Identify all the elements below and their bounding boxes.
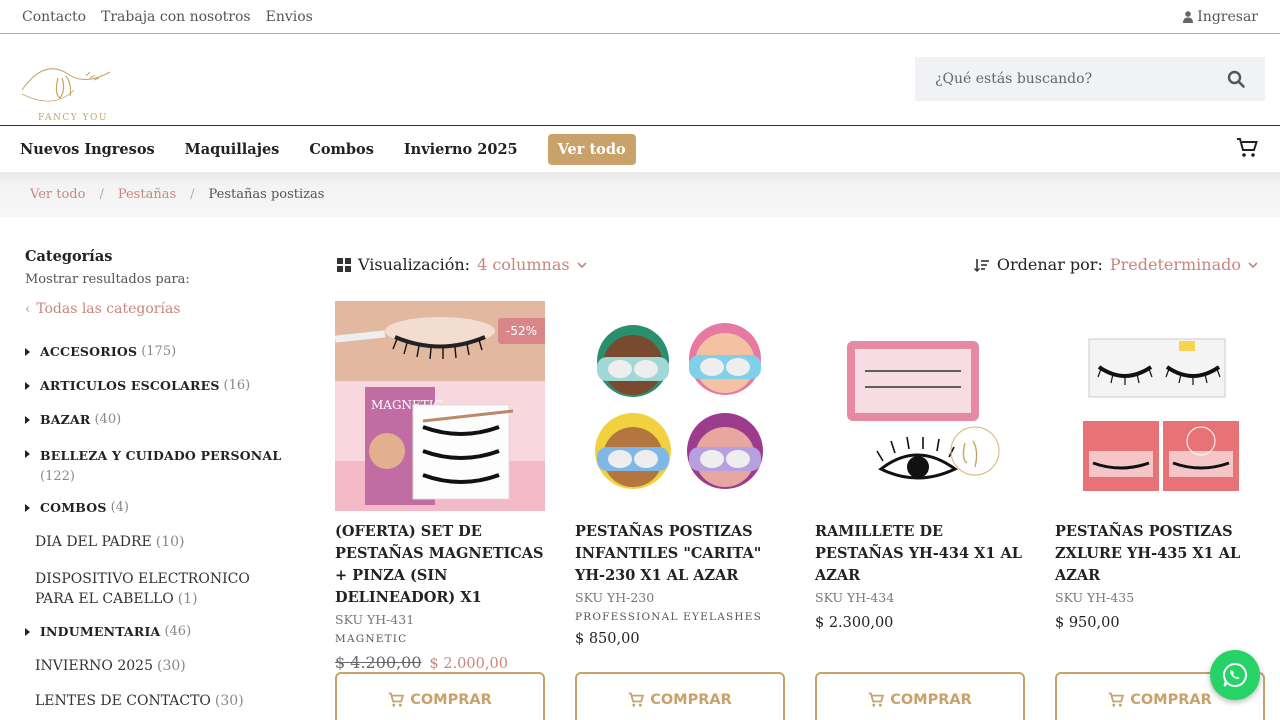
product-price: $ 2.300,00 bbox=[815, 615, 894, 631]
store-logo[interactable]: FANCY YOU bbox=[14, 50, 120, 126]
caret-right-icon bbox=[25, 450, 30, 458]
product-image[interactable] bbox=[575, 301, 785, 511]
cart-icon bbox=[1108, 692, 1125, 707]
user-icon bbox=[1183, 10, 1194, 23]
nav-winter-2025[interactable]: Invierno 2025 bbox=[404, 141, 518, 158]
logo-text: FANCY YOU bbox=[38, 113, 108, 123]
old-price: $ 4.200,00 bbox=[335, 653, 422, 672]
caret-right-icon bbox=[25, 628, 30, 636]
sale-price: $ 2.000,00 bbox=[429, 656, 508, 672]
category-dia-del-padre[interactable]: DIA DEL PADRE (10) bbox=[35, 534, 185, 550]
view-value: 4 columnas bbox=[477, 255, 570, 274]
product-brand: PROFESSIONAL EYELASHES bbox=[575, 611, 762, 623]
cart-icon bbox=[388, 692, 405, 707]
search-input[interactable] bbox=[935, 71, 1205, 87]
main-nav: Nuevos Ingresos Maquillajes Combos Invie… bbox=[0, 126, 1280, 172]
breadcrumb: Ver todo / Pestañas / Pestañas postizas bbox=[0, 172, 1280, 217]
product-sku: SKU YH-434 bbox=[815, 590, 895, 605]
nav-makeup[interactable]: Maquillajes bbox=[185, 141, 280, 158]
header: FANCY YOU bbox=[0, 34, 1280, 126]
product-card: MAGNETIC -52% (OFERTA) SET DE PESTAÑAS M… bbox=[335, 301, 545, 672]
category-belleza[interactable]: BELLEZA Y CUIDADO PERSONAL (122) bbox=[25, 446, 285, 487]
product-image[interactable]: MAGNETIC -52% bbox=[335, 301, 545, 511]
product-sku: SKU YH-431 bbox=[335, 612, 415, 627]
whatsapp-button[interactable] bbox=[1210, 650, 1260, 700]
jobs-link[interactable]: Trabaja con nosotros bbox=[101, 9, 251, 25]
discount-badge: -52% bbox=[497, 318, 545, 344]
category-sidebar: Categorías Mostrar resultados para: ‹ To… bbox=[25, 248, 295, 317]
grid-icon bbox=[337, 257, 351, 272]
breadcrumb-separator: / bbox=[190, 187, 195, 202]
product-sku: SKU YH-230 bbox=[575, 590, 655, 605]
cart-icon bbox=[868, 692, 885, 707]
product-title[interactable]: PESTAÑAS POSTIZAS ZXLURE YH-435 X1 AL AZ… bbox=[1055, 521, 1265, 587]
caret-right-icon bbox=[25, 382, 30, 390]
product-price: $ 950,00 bbox=[1055, 615, 1120, 631]
category-bazar[interactable]: BAZAR (40) bbox=[25, 412, 121, 427]
sidebar-subtitle: Mostrar resultados para: bbox=[25, 272, 190, 287]
chevron-left-icon: ‹ bbox=[25, 301, 31, 317]
product-image[interactable] bbox=[1055, 301, 1265, 511]
buy-label: COMPRAR bbox=[890, 692, 972, 708]
sort-selector[interactable]: Ordenar por: Predeterminado bbox=[973, 255, 1258, 274]
category-accesorios[interactable]: ACCESORIOS (175) bbox=[25, 344, 176, 359]
nav-combos[interactable]: Combos bbox=[309, 141, 374, 158]
breadcrumb-view-all[interactable]: Ver todo bbox=[30, 187, 85, 202]
category-lentes[interactable]: LENTES DE CONTACTO (30) bbox=[35, 693, 244, 709]
product-card: RAMILLETE DE PESTAÑAS YH-434 X1 AL AZAR … bbox=[815, 301, 1025, 631]
category-articulos-escolares[interactable]: ARTICULOS ESCOLARES (16) bbox=[25, 378, 250, 393]
product-price: $ 4.200,00 $ 2.000,00 bbox=[335, 653, 545, 672]
caret-right-icon bbox=[25, 348, 30, 356]
login-label: Ingresar bbox=[1197, 8, 1258, 25]
all-categories-label: Todas las categorías bbox=[36, 301, 181, 317]
category-dispositivo[interactable]: DISPOSITIVO ELECTRONICO PARA EL CABELLO(… bbox=[35, 569, 285, 609]
nav-view-all-button[interactable]: Ver todo bbox=[547, 133, 636, 165]
buy-button[interactable]: COMPRAR bbox=[815, 672, 1025, 720]
cart-icon bbox=[628, 692, 645, 707]
breadcrumb-separator: / bbox=[99, 187, 104, 202]
cart-icon[interactable] bbox=[1236, 137, 1258, 163]
category-combos[interactable]: COMBOS (4) bbox=[25, 500, 129, 515]
contact-link[interactable]: Contacto bbox=[22, 9, 86, 25]
buy-label: COMPRAR bbox=[650, 692, 732, 708]
search-box bbox=[915, 57, 1265, 101]
whatsapp-icon bbox=[1223, 662, 1248, 687]
sidebar-title: Categorías bbox=[25, 248, 113, 265]
caret-right-icon bbox=[25, 416, 30, 424]
product-title[interactable]: RAMILLETE DE PESTAÑAS YH-434 X1 AL AZAR bbox=[815, 521, 1025, 587]
buy-label: COMPRAR bbox=[1130, 692, 1212, 708]
product-card: PESTAÑAS POSTIZAS ZXLURE YH-435 X1 AL AZ… bbox=[1055, 301, 1265, 631]
chevron-down-icon bbox=[577, 261, 587, 268]
search-icon[interactable] bbox=[1227, 70, 1245, 88]
product-title[interactable]: (OFERTA) SET DE PESTAÑAS MAGNETICAS + PI… bbox=[335, 521, 545, 609]
all-categories-link[interactable]: ‹ Todas las categorías bbox=[25, 301, 295, 317]
category-invierno-2025[interactable]: INVIERNO 2025 (30) bbox=[35, 658, 186, 674]
sort-value: Predeterminado bbox=[1109, 255, 1241, 274]
product-sku: SKU YH-435 bbox=[1055, 590, 1135, 605]
product-brand: MAGNETIC bbox=[335, 633, 408, 645]
product-image[interactable] bbox=[815, 301, 1025, 511]
sort-label: Ordenar por: bbox=[996, 255, 1103, 274]
product-price: $ 850,00 bbox=[575, 631, 640, 647]
top-bar: Contacto Trabaja con nosotros Envios Ing… bbox=[0, 0, 1280, 34]
view-selector[interactable]: Visualización: 4 columnas bbox=[337, 255, 587, 274]
top-links: Contacto Trabaja con nosotros Envios bbox=[22, 9, 313, 25]
breadcrumb-current: Pestañas postizas bbox=[208, 187, 325, 202]
breadcrumb-eyelashes[interactable]: Pestañas bbox=[118, 187, 176, 202]
caret-right-icon bbox=[25, 504, 30, 512]
product-card: PESTAÑAS POSTIZAS INFANTILES "CARITA" YH… bbox=[575, 301, 785, 647]
shipping-link[interactable]: Envios bbox=[266, 9, 313, 25]
product-title[interactable]: PESTAÑAS POSTIZAS INFANTILES "CARITA" YH… bbox=[575, 521, 785, 587]
view-label: Visualización: bbox=[358, 255, 471, 274]
login-link[interactable]: Ingresar bbox=[1183, 9, 1258, 25]
buy-button[interactable]: COMPRAR bbox=[575, 672, 785, 720]
chevron-down-icon bbox=[1248, 261, 1258, 268]
nav-new-arrivals[interactable]: Nuevos Ingresos bbox=[20, 141, 155, 158]
buy-label: COMPRAR bbox=[410, 692, 492, 708]
buy-button[interactable]: COMPRAR bbox=[335, 672, 545, 720]
category-indumentaria[interactable]: INDUMENTARIA (46) bbox=[25, 624, 191, 639]
sort-icon bbox=[973, 258, 989, 272]
